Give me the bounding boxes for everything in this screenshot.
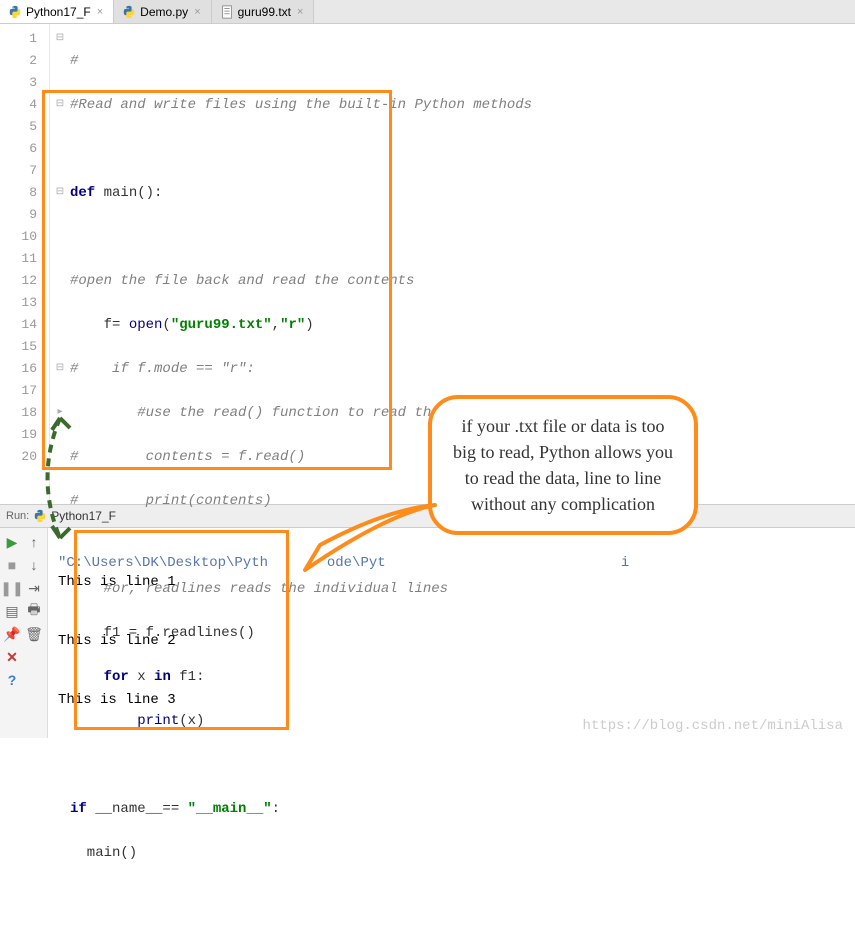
- watermark: https://blog.csdn.net/miniAlisa: [583, 718, 843, 734]
- close-icon[interactable]: ×: [192, 6, 202, 18]
- callout-text: if your .txt file or data is too big to …: [428, 395, 698, 535]
- run-label: Run:: [6, 510, 29, 522]
- tab-python17[interactable]: Python17_F ×: [0, 0, 114, 23]
- close-button[interactable]: ✕: [2, 647, 22, 667]
- pause-button[interactable]: ❚❚: [2, 578, 22, 598]
- callout-annotation: if your .txt file or data is too big to …: [428, 395, 698, 580]
- tab-label: Python17_F: [26, 5, 91, 19]
- python-icon: [122, 5, 136, 19]
- scroll-down-button[interactable]: ↓: [24, 555, 44, 575]
- python-icon: [8, 5, 22, 19]
- scroll-up-button[interactable]: ↑: [24, 532, 44, 552]
- tab-guru99[interactable]: guru99.txt ×: [212, 0, 315, 23]
- close-icon[interactable]: ×: [95, 6, 105, 18]
- annotation-box-output: [74, 530, 289, 730]
- wrap-button[interactable]: ⇥: [24, 578, 44, 598]
- pin-button[interactable]: 📌: [2, 624, 22, 644]
- tab-label: guru99.txt: [238, 5, 291, 19]
- python-icon: [33, 509, 47, 523]
- run-button[interactable]: ▶: [2, 532, 22, 552]
- tab-label: Demo.py: [140, 5, 188, 19]
- print-button[interactable]: 🖶: [24, 601, 44, 621]
- annotation-box-code: [42, 90, 392, 470]
- close-icon[interactable]: ×: [295, 6, 305, 18]
- layout-button[interactable]: ▤: [2, 601, 22, 621]
- tab-demo[interactable]: Demo.py ×: [114, 0, 211, 23]
- run-toolbar: ▶ ↑ ■ ↓ ❚❚ ⇥ ▤ 🖶 📌 🗑 ✕ ?: [0, 528, 48, 738]
- text-file-icon: [220, 5, 234, 19]
- editor-tabs: Python17_F × Demo.py × guru99.txt ×: [0, 0, 855, 24]
- stop-button[interactable]: ■: [2, 555, 22, 575]
- clear-button[interactable]: 🗑: [24, 624, 44, 644]
- help-button[interactable]: ?: [2, 670, 22, 690]
